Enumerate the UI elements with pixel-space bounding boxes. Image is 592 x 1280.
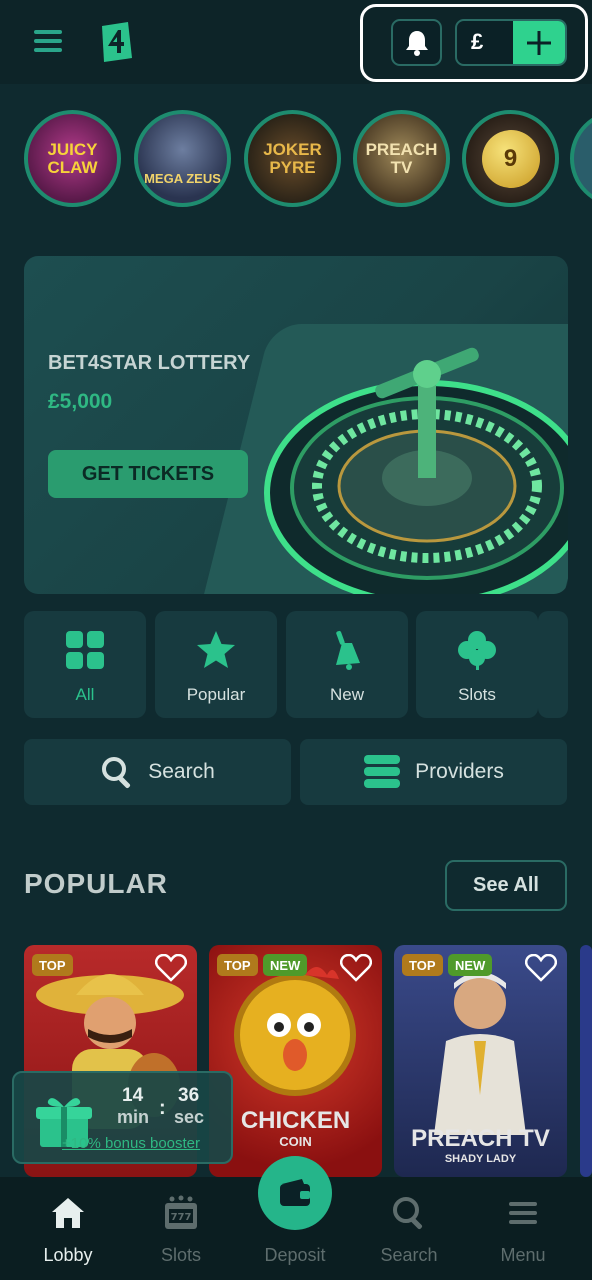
timer-seconds-label: sec: [174, 1107, 205, 1127]
category-all[interactable]: All: [24, 611, 146, 718]
banner-prize-amount: £5,000: [48, 390, 113, 413]
bingo-ball-icon: 9: [481, 129, 540, 188]
game-stories-row: JUICY CLAW MEGA ZEUS JOKER PYRE PREACH T…: [0, 108, 592, 208]
favorite-heart-icon[interactable]: [525, 954, 557, 982]
badge-new: NEW: [448, 954, 493, 976]
add-funds-button[interactable]: [513, 21, 565, 64]
timer-seconds: 36: [178, 1085, 200, 1106]
search-games-button[interactable]: Search: [24, 739, 291, 805]
bonus-booster-link[interactable]: +10% bonus booster: [62, 1135, 200, 1152]
plus-icon: [527, 30, 551, 55]
story-bingo-ball[interactable]: 9: [462, 110, 559, 207]
hand-bell-icon: [336, 630, 360, 670]
favorite-heart-icon[interactable]: [340, 954, 372, 982]
menu-icon: [509, 1202, 537, 1224]
nav-menu[interactable]: Menu: [464, 1177, 582, 1280]
nav-search[interactable]: Search: [350, 1177, 468, 1280]
nav-label: Lobby: [43, 1245, 93, 1265]
badge-new: NEW: [263, 954, 308, 976]
bonus-booster-widget[interactable]: 14 min : 36 sec +10% bonus booster: [12, 1071, 233, 1164]
wallet-icon: [280, 1179, 310, 1206]
nav-label: Slots: [160, 1245, 202, 1265]
game-title: CHICKEN: [240, 1107, 351, 1134]
timer-minutes: 14: [122, 1085, 144, 1106]
see-all-button[interactable]: See All: [445, 860, 567, 911]
section-title-popular: POPULAR: [24, 868, 168, 899]
slot-machine-icon: 777: [165, 1195, 197, 1229]
wallet-widget[interactable]: £: [455, 19, 567, 66]
category-label: All: [75, 685, 95, 704]
category-partial[interactable]: [538, 611, 568, 718]
story-joker-pyre[interactable]: JOKER PYRE: [244, 110, 341, 207]
clover-icon: [458, 631, 496, 670]
category-label: New: [329, 685, 364, 704]
timer-minutes-label: min: [117, 1107, 150, 1127]
bell-icon: [405, 30, 428, 56]
category-new[interactable]: New: [286, 611, 408, 718]
top-header: £: [0, 0, 592, 84]
game-card[interactable]: TOP NEW CHICKEN COIN: [209, 945, 382, 1177]
category-slots[interactable]: Slots: [416, 611, 538, 718]
search-icon: [102, 757, 131, 789]
providers-button[interactable]: Providers: [300, 739, 567, 805]
story-mega-zeus[interactable]: MEGA ZEUS: [134, 110, 231, 207]
favorite-heart-icon[interactable]: [155, 954, 187, 982]
category-label: Slots: [458, 685, 496, 704]
timer-separator: :: [159, 1097, 166, 1119]
search-label: Search: [148, 760, 215, 783]
grid-icon: [66, 631, 104, 669]
badge-top: TOP: [32, 954, 73, 976]
stack-icon: [364, 755, 401, 788]
story-preach-tv[interactable]: PREACH TV: [353, 110, 450, 207]
nav-slots[interactable]: 777 Slots: [122, 1177, 240, 1280]
notifications-button[interactable]: [391, 19, 442, 66]
search-icon: [393, 1197, 423, 1230]
banner-title: BET4STAR LOTTERY: [48, 352, 251, 374]
nav-lobby[interactable]: Lobby: [9, 1177, 127, 1280]
brand-logo[interactable]: [98, 22, 132, 62]
category-label: Popular: [186, 685, 246, 704]
story-juicy-claw[interactable]: JUICY CLAW: [24, 110, 121, 207]
game-subtitle: COIN: [279, 1134, 312, 1149]
hamburger-menu-icon[interactable]: [34, 30, 62, 52]
category-popular[interactable]: Popular: [155, 611, 277, 718]
nav-label: Search: [380, 1245, 438, 1265]
providers-label: Providers: [415, 760, 504, 783]
game-subtitle: SHADY LADY: [444, 1153, 517, 1165]
badge-top: TOP: [217, 954, 258, 976]
currency-symbol: £: [471, 29, 484, 54]
roulette-wheel-illustration: [264, 347, 568, 594]
star-icon: [197, 631, 235, 668]
game-card-partial[interactable]: [580, 945, 592, 1177]
lottery-promo-banner[interactable]: BET4STAR LOTTERY £5,000 GET TICKETS: [24, 256, 568, 594]
deposit-button[interactable]: [258, 1156, 332, 1230]
game-title: PREACH TV: [411, 1125, 550, 1152]
game-card[interactable]: TOP NEW PREACH TV SHADY LADY: [394, 945, 567, 1177]
badge-top: TOP: [402, 954, 443, 976]
svg-text:777: 777: [171, 1212, 192, 1223]
get-tickets-button[interactable]: GET TICKETS: [48, 450, 248, 498]
home-icon: [52, 1198, 84, 1228]
nav-label: Menu: [500, 1245, 546, 1265]
story-partial[interactable]: [570, 110, 592, 207]
nav-label: Deposit: [264, 1245, 326, 1265]
